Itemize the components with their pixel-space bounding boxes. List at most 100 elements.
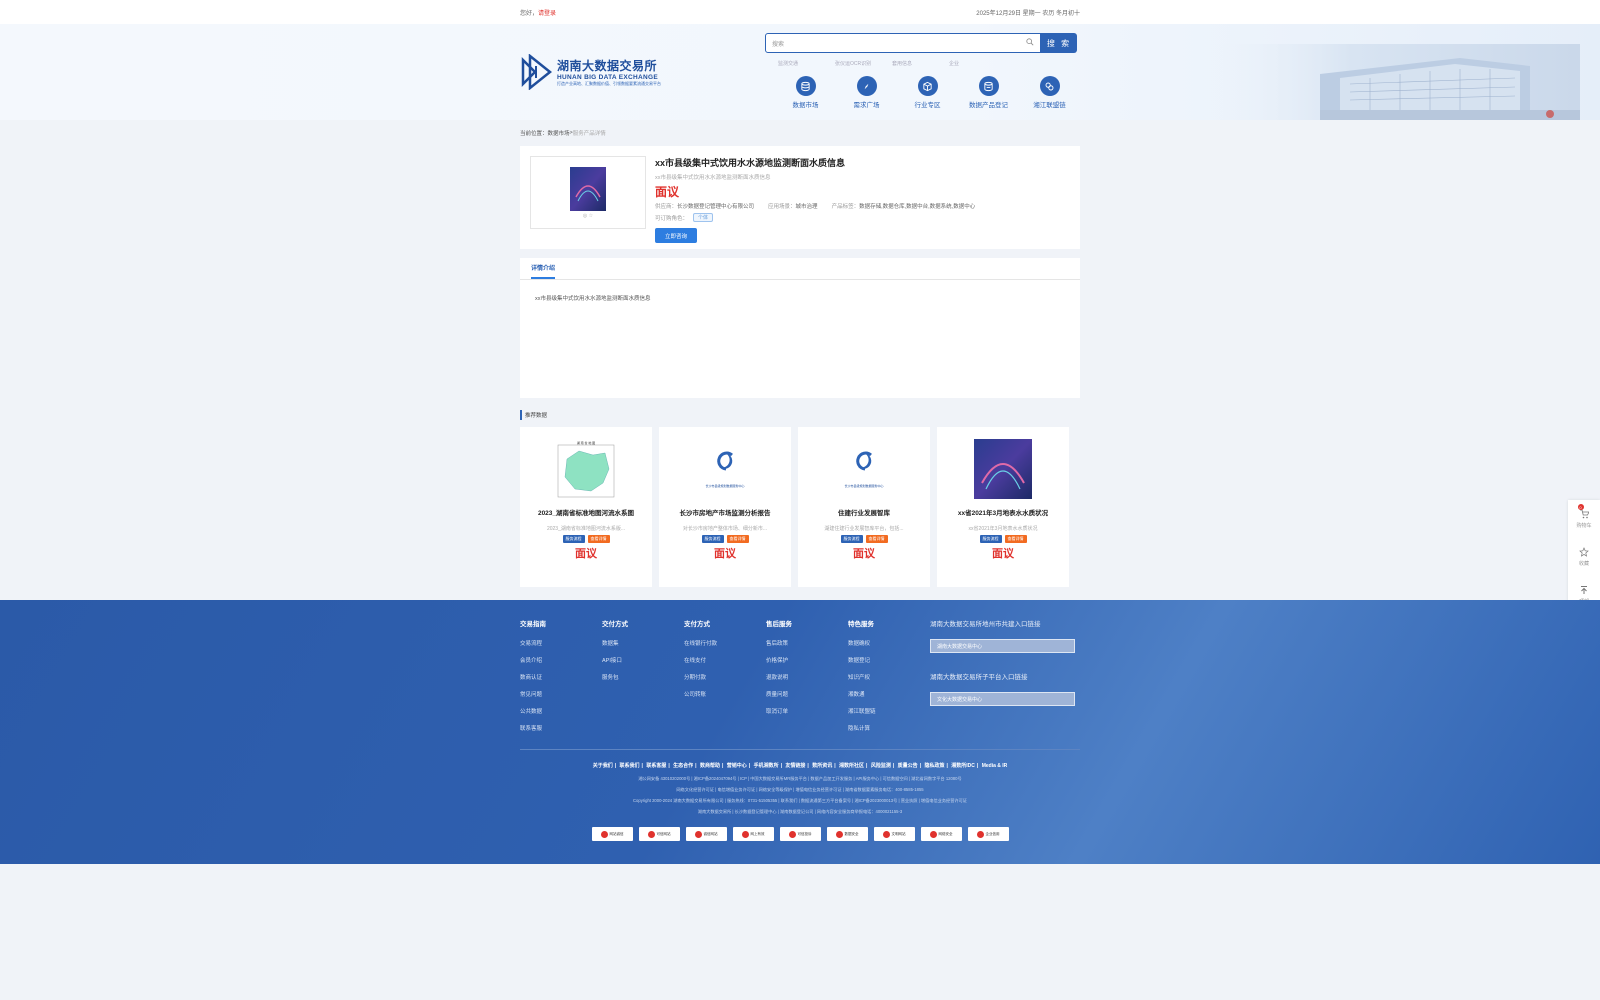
footer-nav-link[interactable]: 生态合作 [673, 763, 693, 769]
login-link[interactable]: 请登录 [538, 11, 556, 17]
trust-badge[interactable]: 网上有效 [732, 827, 774, 841]
trust-badge[interactable]: 诚信网站 [685, 827, 727, 841]
footer-link[interactable]: 湘数通 [848, 690, 930, 707]
consult-button[interactable]: 立即咨询 [655, 228, 697, 243]
nav-xiangjiang-chain[interactable]: 湘江联盟链 [1019, 76, 1080, 109]
nav-industry-zone[interactable]: 行业专区 [897, 76, 958, 109]
image-action-icons[interactable]: ◎ ☆ [583, 213, 593, 219]
footer-nav-link[interactable]: 手机湘数所 [754, 763, 779, 769]
footer-link[interactable]: 会员介绍 [520, 656, 602, 673]
compass-icon [856, 76, 877, 96]
recommend-card[interactable]: xx省2021年3月地表水水质状况 xx省2021年3月地表水水质状况 服务流程… [937, 427, 1069, 587]
site-header: 湖南大数据交易所 HUNAN BIG DATA EXCHANGE 打造产业高地、… [0, 24, 1600, 120]
footer-nav-link[interactable]: 联系客服 [646, 763, 666, 769]
footer-link[interactable]: 数据登记 [848, 656, 930, 673]
footer-nav-link[interactable]: 营销中心 [727, 763, 747, 769]
detail-body: xx市县级集中式饮用水水源地监测断面水质信息 [535, 296, 651, 302]
star-icon [1579, 547, 1589, 557]
site-footer: 交易指南 交易流程 会员介绍 数商认证 常见问题 公共数据 联系客服 交付方式 … [0, 600, 1600, 864]
tab-detail[interactable]: 详情介绍 [531, 263, 556, 279]
cart-button[interactable]: 0 购物车 [1576, 500, 1592, 538]
footer-nav-link[interactable]: 质量公告 [898, 763, 918, 769]
footer-link[interactable]: 服务包 [602, 673, 684, 690]
footer-nav-link[interactable]: 友情链接 [785, 763, 805, 769]
footer-link[interactable]: 价格保护 [766, 656, 848, 673]
hotword-item[interactable]: 企业 [949, 60, 1006, 67]
footer-link[interactable]: 湘江联盟链 [848, 707, 930, 724]
badge-icon [788, 830, 796, 838]
trust-badge[interactable]: 网络安全 [920, 827, 962, 841]
cart-count-badge: 0 [1577, 504, 1584, 510]
nav-product-register[interactable]: 数据产品登记 [958, 76, 1019, 109]
search-button[interactable]: 搜 索 [1041, 33, 1077, 53]
footer-link[interactable]: 公共数据 [520, 707, 602, 724]
breadcrumb-link[interactable]: 数据市场 [548, 129, 570, 137]
trust-badge[interactable]: 可信投诉 [779, 827, 821, 841]
recommend-desc: 对长沙市房地产整体市场、细分新市... [682, 526, 768, 532]
footer-nav-link[interactable]: 湘数所社区 [839, 763, 864, 769]
scene-value: 城市治理 [795, 204, 818, 210]
trust-badge[interactable]: 网站诚信 [591, 827, 633, 841]
footer-link[interactable]: 在线支付 [684, 656, 766, 673]
footer-link[interactable]: 公司转账 [684, 690, 766, 707]
footer-link[interactable]: 知识产权 [848, 673, 930, 690]
product-card: ◎ ☆ xx市县级集中式饮用水水源地监测断面水质信息 xx市县级集中式饮用水水源… [520, 146, 1080, 249]
recommend-card[interactable]: 长沙市县级规划数据服务中心 住建行业发展智库 湖建住建行业发展智库平台，包括..… [798, 427, 930, 587]
footer-link[interactable]: API接口 [602, 656, 684, 673]
nav-data-market[interactable]: 数据市场 [775, 76, 836, 109]
footer-link[interactable]: 质量问题 [766, 690, 848, 707]
footer-link[interactable]: 在线银行付款 [684, 639, 766, 656]
city-portal-title: 湖南大数据交易所地州市共建入口链接 [930, 621, 1041, 628]
badge-icon [882, 830, 890, 838]
footer-nav-link[interactable]: 关于我们 [593, 763, 613, 769]
logo-text-cn: 湖南大数据交易所 [557, 59, 658, 73]
recommend-card[interactable]: 长沙市县级规划数据服务中心 长沙市房地产市场监测分析报告 对长沙市房地产整体市场… [659, 427, 791, 587]
hotword-item[interactable]: 张仪运OCR识别 [835, 60, 892, 67]
badge-icon [835, 830, 843, 838]
footer-link[interactable]: 常见问题 [520, 690, 602, 707]
footer-nav-link[interactable]: 数所资讯 [812, 763, 832, 769]
trust-badge[interactable]: 企业信用 [967, 827, 1009, 841]
hotword-item[interactable]: 监测交通 [778, 60, 835, 67]
tag-service: 服务流程 [840, 535, 863, 543]
city-portal-select[interactable]: 湖南大数据交易中心 [930, 639, 1075, 653]
footer-link[interactable]: 售后政策 [766, 639, 848, 656]
footer-col-delivery: 交付方式 数据集 API接口 服务包 [602, 618, 684, 741]
footer-link[interactable]: 交易流程 [520, 639, 602, 656]
trust-badge[interactable]: 数据安全 [826, 827, 868, 841]
footer-link[interactable]: 分期付款 [684, 673, 766, 690]
footer-link[interactable]: 数据集 [602, 639, 684, 656]
footer-link[interactable]: 隐私计算 [848, 724, 930, 741]
trust-badge[interactable]: 可信网站 [638, 827, 680, 841]
footer-nav-link[interactable]: 联系我们 [620, 763, 640, 769]
svg-text:长沙市县级规划数据服务中心: 长沙市县级规划数据服务中心 [705, 483, 744, 488]
product-price: 面议 [655, 185, 680, 199]
detail-panel: 详情介绍 xx市县级集中式饮用水水源地监测断面水质信息 [520, 258, 1080, 398]
footer-nav-link[interactable]: 风险监测 [871, 763, 891, 769]
footer-nav-link[interactable]: 湘数所IDC [951, 763, 975, 769]
site-logo[interactable]: 湖南大数据交易所 HUNAN BIG DATA EXCHANGE 打造产业高地、… [520, 54, 661, 90]
footer-link[interactable]: 退款说明 [766, 673, 848, 690]
recommend-title: 长沙市房地产市场监测分析报告 [679, 510, 771, 517]
nav-demand-square[interactable]: 需求广场 [836, 76, 897, 109]
recommend-image: 湖 南 省 地 图 [557, 439, 615, 499]
footer-link[interactable]: 取消订单 [766, 707, 848, 724]
trust-badge[interactable]: 文明网站 [873, 827, 915, 841]
hotword-item[interactable]: 套用信息 [892, 60, 949, 67]
recommend-image: 长沙市县级规划数据服务中心 [696, 439, 754, 499]
footer-link[interactable]: 数商认证 [520, 673, 602, 690]
breadcrumb-current: 服务产品详情 [572, 131, 606, 137]
footer-link[interactable]: 联系客服 [520, 724, 602, 741]
favorite-button[interactable]: 收藏 [1579, 538, 1589, 576]
sub-platform-select[interactable]: 文化大数据交易中心 [930, 692, 1075, 706]
footer-nav-link[interactable]: Media & IR [982, 763, 1008, 769]
search-icon[interactable] [1026, 38, 1034, 46]
footer-nav-link[interactable]: 数商帮助 [700, 763, 720, 769]
recommend-card[interactable]: 湖 南 省 地 图 2023_湖南省标准地图河流水系图 2023_湖南省标准地图… [520, 427, 652, 587]
footer-nav-link[interactable]: 隐私政策 [924, 763, 944, 769]
footer-link[interactable]: 数据确权 [848, 639, 930, 656]
recommend-image: 长沙市县级规划数据服务中心 [835, 439, 893, 499]
search-input[interactable]: 搜索 [765, 33, 1041, 53]
recommend-list: 湖 南 省 地 图 2023_湖南省标准地图河流水系图 2023_湖南省标准地图… [520, 427, 1080, 587]
footer-col-aftersale: 售后服务 售后政策 价格保护 退款说明 质量问题 取消订单 [766, 618, 848, 741]
